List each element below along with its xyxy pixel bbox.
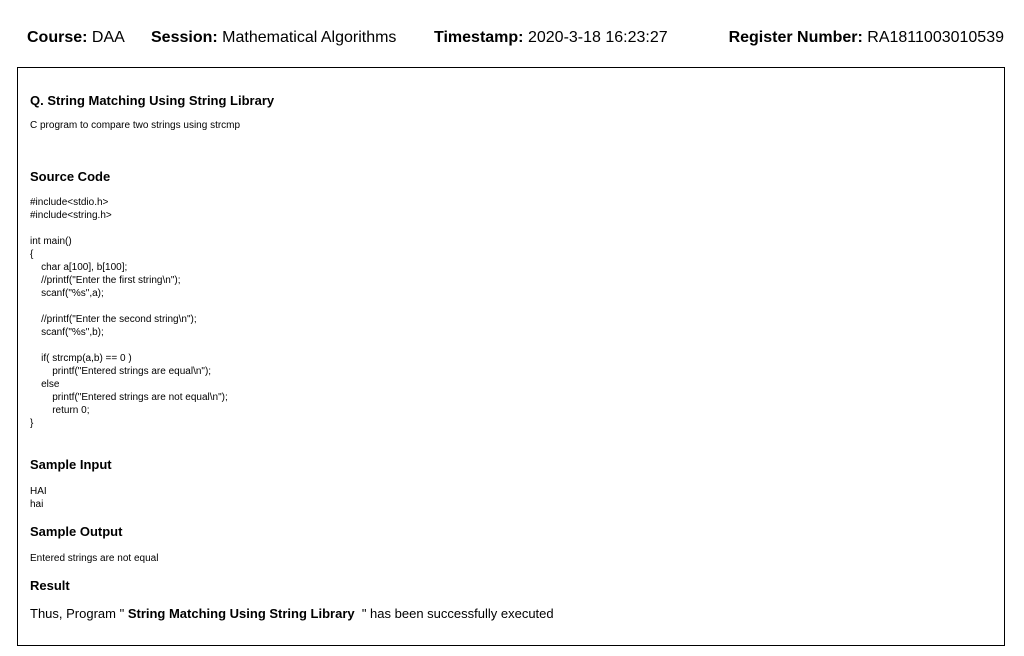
- timestamp-label: Timestamp:: [434, 29, 524, 46]
- register-value: RA1811003010539: [867, 29, 1004, 46]
- course-label: Course:: [27, 29, 88, 46]
- source-code-block: #include<stdio.h> #include<string.h> int…: [30, 197, 228, 429]
- sample-input-line: hai: [30, 499, 44, 510]
- session-info: Session: Mathematical Algorithms: [151, 26, 396, 50]
- result-prefix: Thus, Program ": [30, 606, 128, 621]
- record-card: Q. String Matching Using String Library …: [17, 67, 1005, 646]
- result-program-name: String Matching Using String Library: [127, 606, 355, 621]
- session-value: Mathematical Algorithms: [222, 29, 397, 46]
- course-value: DAA: [91, 29, 125, 46]
- question-description: C program to compare two strings using s…: [30, 120, 241, 131]
- timestamp-value: 2020-3-18 16:23:27: [527, 29, 668, 46]
- header-bar: Course: DAA Session: Mathematical Algori…: [0, 26, 1024, 50]
- result-suffix: " has been successfully executed: [354, 606, 554, 621]
- question-title: Q. String Matching Using String Library: [30, 93, 275, 108]
- source-code-heading: Source Code: [30, 169, 111, 184]
- sample-output-heading: Sample Output: [30, 524, 123, 539]
- result-heading: Result: [30, 578, 70, 593]
- sample-input-heading: Sample Input: [30, 457, 112, 472]
- sample-output-text: Entered strings are not equal: [30, 553, 159, 564]
- result-statement: Thus, Program " String Matching Using St…: [30, 606, 554, 622]
- timestamp-info: Timestamp: 2020-3-18 16:23:27: [434, 26, 668, 50]
- session-label: Session:: [151, 29, 218, 46]
- register-info: Register Number: RA1811003010539: [729, 26, 1004, 50]
- sample-input-line: HAI: [30, 486, 47, 497]
- course-info: Course: DAA: [27, 26, 125, 50]
- register-label: Register Number:: [728, 29, 863, 46]
